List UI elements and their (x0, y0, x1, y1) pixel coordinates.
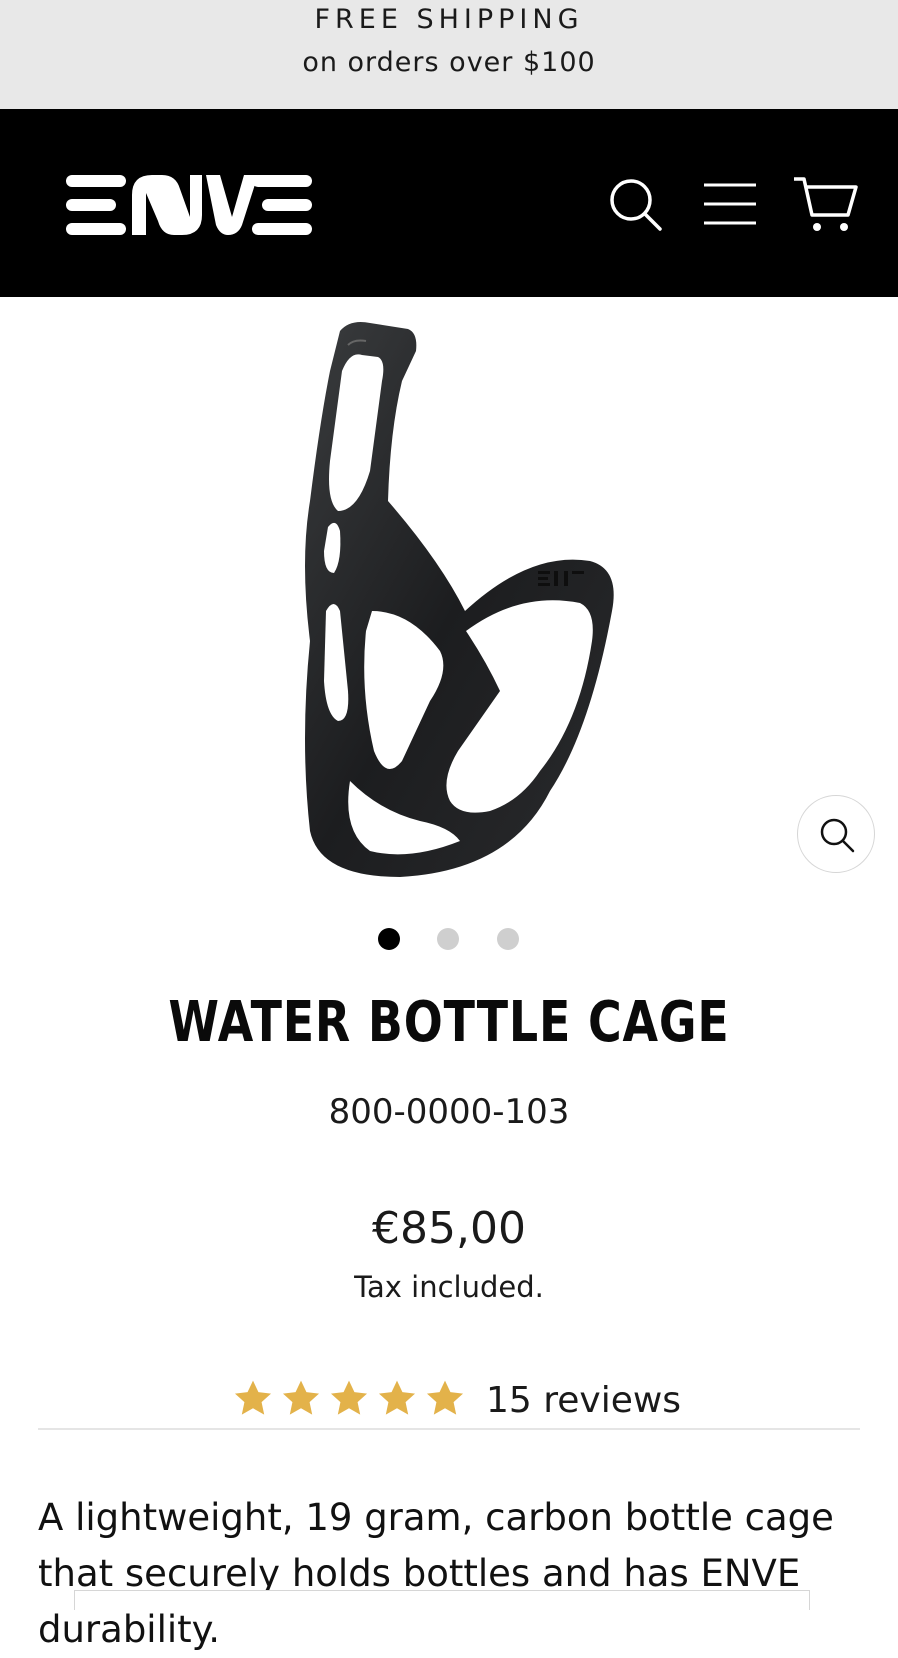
slide-dot-2[interactable] (437, 928, 459, 950)
announcement-headline: FREE SHIPPING (314, 4, 584, 35)
enve-logo[interactable] (66, 173, 312, 237)
product-price: €85,00 (372, 1203, 526, 1254)
product-sku: 800-0000-103 (328, 1092, 570, 1132)
star-icon (280, 1378, 322, 1420)
product-image[interactable] (290, 311, 650, 887)
announcement-bar: FREE SHIPPING on orders over $100 (0, 0, 898, 109)
cart-icon[interactable] (792, 175, 858, 233)
gallery-dots (0, 928, 898, 952)
zoom-button[interactable] (797, 795, 875, 873)
variant-selector[interactable] (74, 1590, 810, 1610)
menu-icon[interactable] (702, 183, 758, 225)
star-icon (232, 1378, 274, 1420)
slide-dot-3[interactable] (497, 928, 519, 950)
star-icon (424, 1378, 466, 1420)
search-icon[interactable] (608, 177, 664, 233)
reviews-count-link[interactable]: 15 reviews (486, 1380, 681, 1421)
site-header (0, 109, 898, 297)
star-icon (376, 1378, 418, 1420)
divider (38, 1428, 860, 1430)
zoom-icon (820, 818, 855, 853)
announcement-subline: on orders over $100 (302, 47, 596, 78)
tax-note: Tax included. (354, 1270, 544, 1304)
product-title: WATER BOTTLE CAGE (168, 990, 730, 1055)
slide-dot-1[interactable] (378, 928, 400, 950)
product-description: A lightweight, 19 gram, carbon bottle ca… (38, 1496, 834, 1651)
star-icon (328, 1378, 370, 1420)
product-gallery (0, 297, 898, 897)
